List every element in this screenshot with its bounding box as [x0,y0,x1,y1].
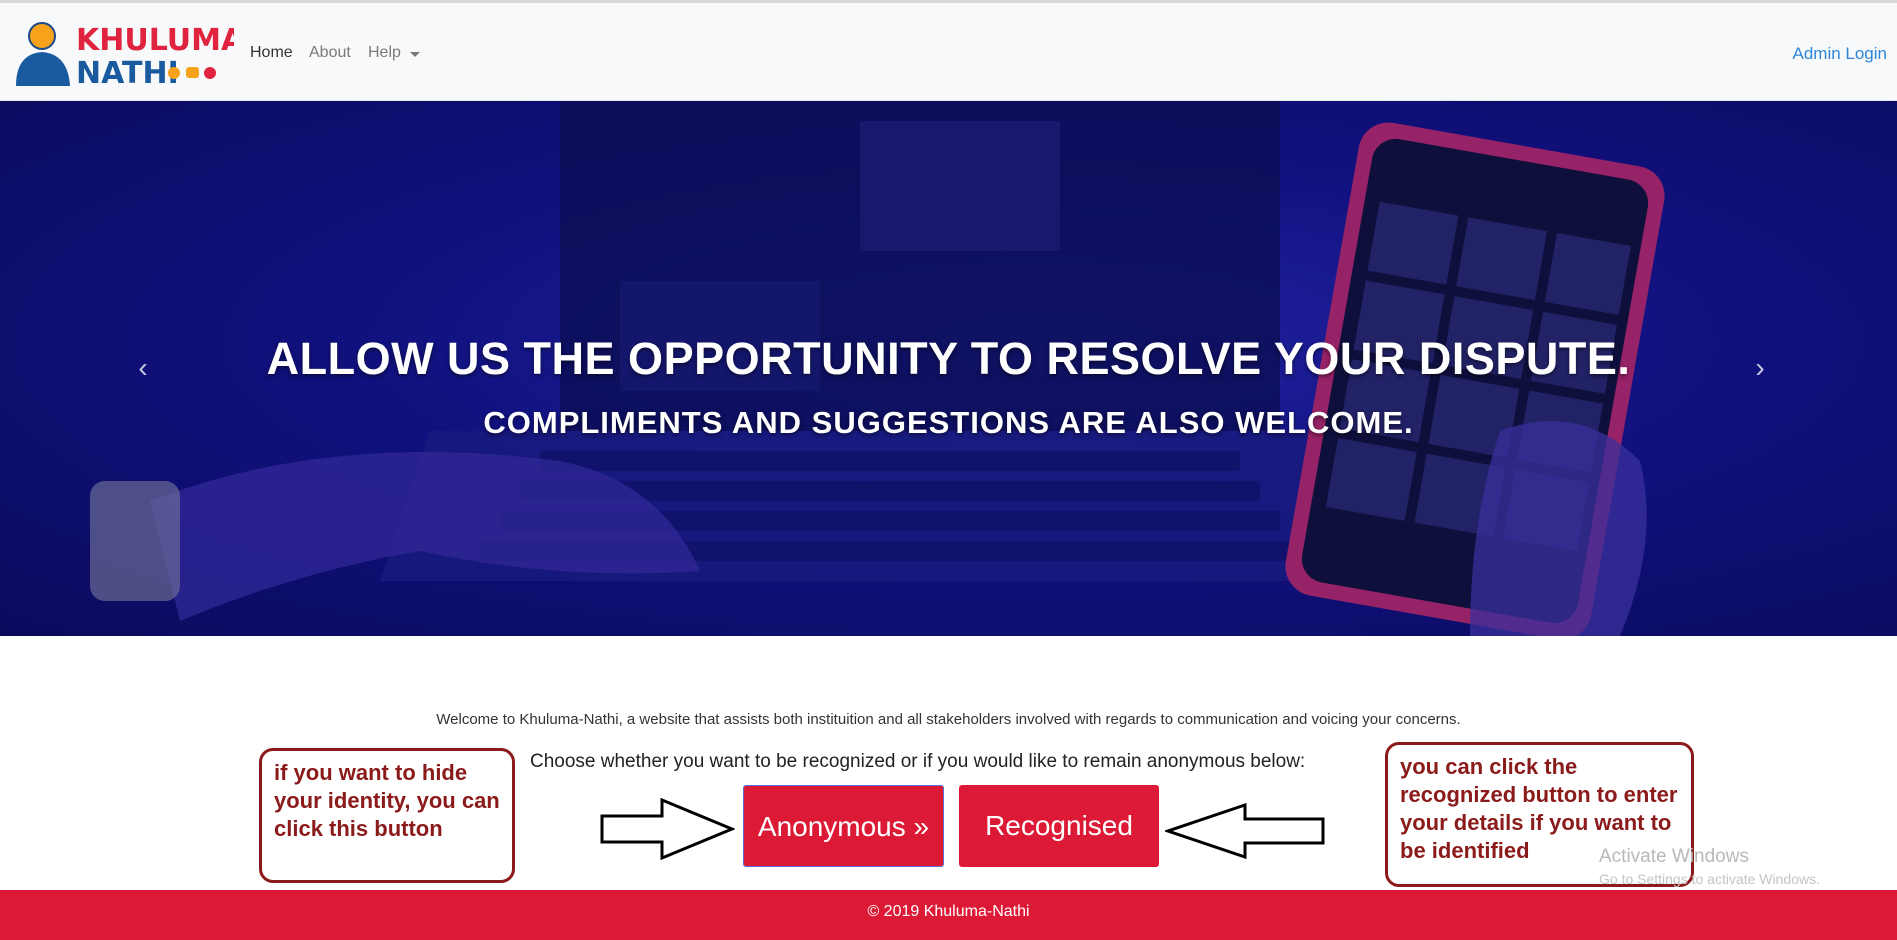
anonymous-button[interactable]: Anonymous » [743,785,944,867]
nav-help-dropdown[interactable]: Help [368,44,401,62]
footer-copyright: © 2019 Khuluma-Nathi [867,903,1030,920]
nav-home-link[interactable]: Home [250,44,293,62]
logo-graphic: KHULUMA NATHI [16,22,245,91]
chevron-down-icon[interactable] [410,52,420,57]
hero-title: ALLOW US THE OPPORTUNITY TO RESOLVE YOUR… [266,333,1631,384]
hero-carousel: ALLOW US THE OPPORTUNITY TO RESOLVE YOUR… [0,101,1897,636]
welcome-text: Welcome to Khuluma-Nathi, a website that… [436,711,1461,728]
brand-logo[interactable]: KHULUMA NATHI [14,16,245,91]
navbar: KHULUMA NATHI Home About Help Admin Logi… [0,3,1897,101]
hero-subtitle: COMPLIMENTS AND SUGGESTIONS ARE ALSO WEL… [483,405,1414,440]
choose-prompt: Choose whether you want to be recognized… [530,751,1306,772]
admin-login-link[interactable]: Admin Login [1792,44,1887,64]
nav-about-link[interactable]: About [309,44,351,62]
carousel-next-icon[interactable]: › [1745,353,1775,383]
carousel-prev-icon[interactable]: ‹ [128,353,158,383]
windows-activation-title: Activate Windows [1599,846,1749,867]
arrow-left-icon [1165,803,1325,859]
windows-activation-hint: Go to Settings to activate Windows. [1599,871,1820,887]
annotation-left: if you want to hide your identity, you c… [259,748,515,883]
arrow-right-icon [600,798,735,860]
recognised-button[interactable]: Recognised [959,785,1159,867]
footer: © 2019 Khuluma-Nathi [0,890,1897,940]
svg-text:NATHI: NATHI [76,56,179,91]
svg-text:KHULUMA: KHULUMA [76,23,234,58]
